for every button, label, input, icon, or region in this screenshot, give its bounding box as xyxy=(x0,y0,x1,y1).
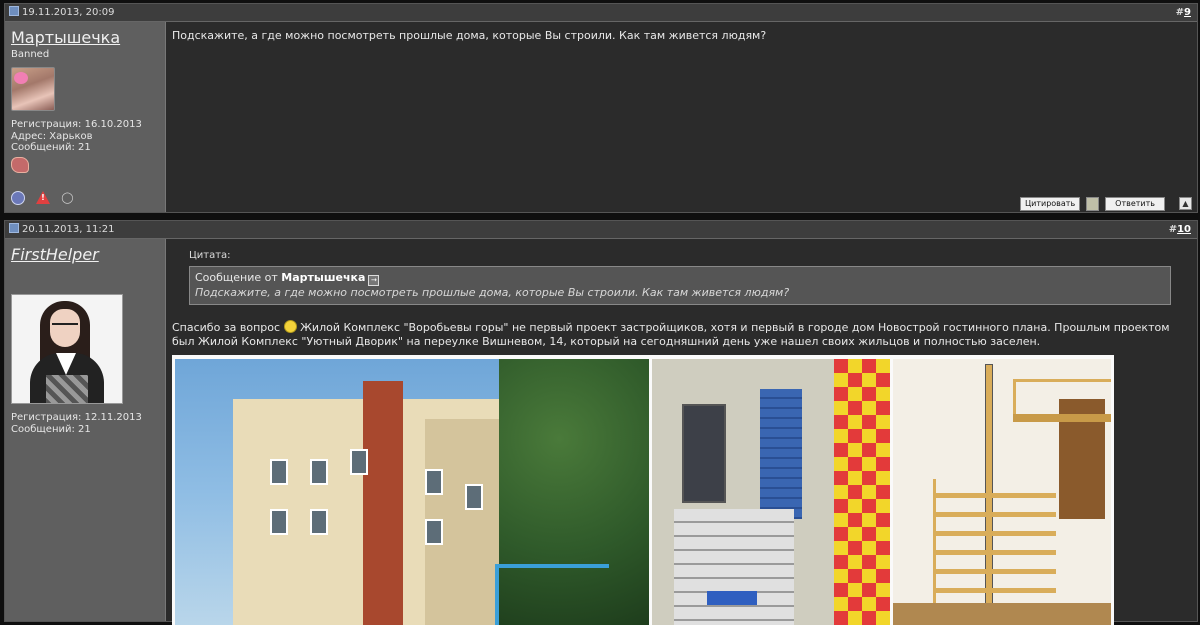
post-number: #9 xyxy=(1175,7,1191,18)
post-date: 19.11.2013, 20:09 xyxy=(22,7,115,18)
online-status-icon xyxy=(11,190,25,205)
post-image[interactable] xyxy=(172,355,1114,625)
post-buttons: Цитировать Ответить ▲ xyxy=(1014,193,1192,211)
reply-button[interactable]: Ответить xyxy=(1105,196,1165,211)
user-info: Регистрация: 12.11.2013 Сообщений: 21 xyxy=(11,412,165,435)
report-icon[interactable] xyxy=(36,191,51,204)
user-sidebar: FirstHelper Регистрация: 12.11.2013 Сооб… xyxy=(5,239,166,621)
post-header: 20.11.2013, 11:21 #10 xyxy=(5,221,1197,239)
post-date: 20.11.2013, 11:21 xyxy=(22,224,115,235)
photo-building-exterior xyxy=(175,359,649,625)
post-number-link[interactable]: 9 xyxy=(1184,7,1191,18)
multiquote-icon[interactable] xyxy=(1086,196,1100,211)
user-messages: Сообщений: 21 xyxy=(11,423,91,435)
user-messages: Сообщений: 21 xyxy=(11,142,91,153)
username-link[interactable]: Мартышечка xyxy=(11,28,165,47)
quote-author: Мартышечка xyxy=(281,271,366,284)
post-10: 20.11.2013, 11:21 #10 FirstHelper Регист… xyxy=(4,220,1198,625)
post-message: Спасибо за вопрос Жилой Комплекс "Воробь… xyxy=(172,320,1170,348)
quote-box: Сообщение от Мартышечка → Подскажите, а г… xyxy=(189,266,1171,305)
post-header: 19.11.2013, 20:09 #9 xyxy=(5,4,1197,22)
post-content: Цитата: Сообщение от Мартышечка → Подскаж… xyxy=(172,249,1191,625)
quote-label: Цитата: xyxy=(189,250,231,261)
attachment-icon: ◯ xyxy=(61,191,74,204)
photo-interior-stairs xyxy=(893,359,1111,625)
user-registration: Регистрация: 12.11.2013 xyxy=(11,412,142,423)
reputation-icon xyxy=(11,156,29,173)
photo-stairwell xyxy=(652,359,890,625)
user-address: Адрес: Харьков xyxy=(11,130,93,142)
avatar[interactable] xyxy=(11,67,55,111)
user-registration: Регистрация: 16.10.2013 xyxy=(11,119,142,130)
smile-icon xyxy=(283,320,297,333)
post-date-icon xyxy=(9,6,19,16)
scroll-top-icon[interactable]: ▲ xyxy=(1179,197,1192,210)
post-9: 19.11.2013, 20:09 #9 Мартышечка Banned Р… xyxy=(4,3,1198,213)
post-number-link[interactable]: 10 xyxy=(1177,224,1191,235)
post-number: #10 xyxy=(1168,224,1191,235)
user-title: Banned xyxy=(11,49,50,60)
user-sidebar: Мартышечка Banned Регистрация: 16.10.201… xyxy=(5,22,166,212)
post-date-icon xyxy=(9,223,19,233)
username-link[interactable]: FirstHelper xyxy=(11,245,165,264)
post-content: Подскажите, а где можно посмотреть прошл… xyxy=(172,29,767,42)
user-info: Регистрация: 16.10.2013 Адрес: Харьков С… xyxy=(11,119,165,154)
quote-button[interactable]: Цитировать xyxy=(1019,196,1081,211)
avatar[interactable] xyxy=(11,294,123,404)
user-actions: ◯ xyxy=(11,187,80,206)
quote-from: Сообщение от Мартышечка → xyxy=(195,271,1165,286)
quote-text: Подскажите, а где можно посмотреть прошл… xyxy=(195,286,790,299)
view-post-icon[interactable]: → xyxy=(368,275,380,286)
